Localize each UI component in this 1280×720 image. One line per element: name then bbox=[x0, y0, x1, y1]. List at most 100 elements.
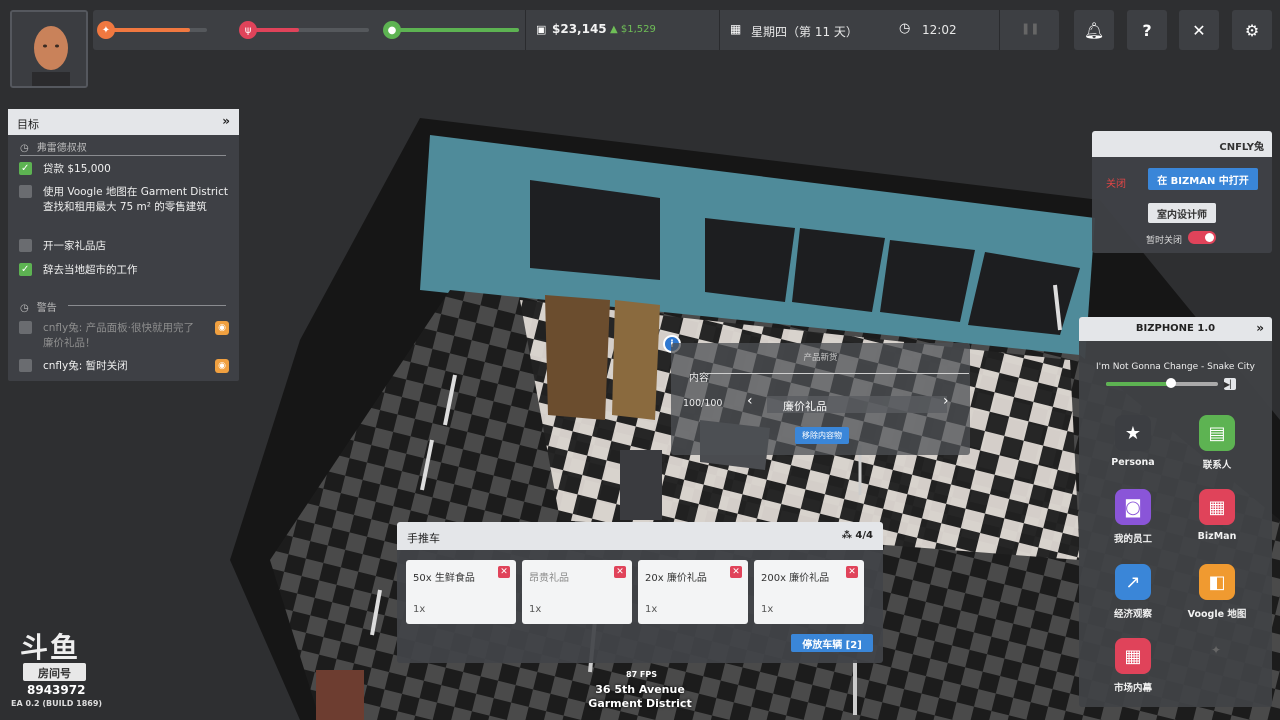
district-name: Garment District bbox=[588, 697, 692, 710]
build-mode-button[interactable]: ✕ bbox=[1179, 10, 1219, 50]
app-市场内幕[interactable]: ▦ 市场内幕 bbox=[1093, 638, 1173, 694]
cart-panel: 手推车 ⁂ 4/4 50x 生鲜食品 1x ✕ 昂贵礼品 1x ✕ 20x 廉价… bbox=[397, 522, 883, 663]
app-经济观察[interactable]: ↗ 经济观察 bbox=[1093, 564, 1173, 620]
clock-icon: ◷ bbox=[20, 303, 29, 314]
app-我的员工[interactable]: ◙ 我的员工 bbox=[1093, 489, 1173, 545]
bell-icon: 🔔︎ bbox=[1083, 20, 1105, 40]
settings-button[interactable]: ⚙ bbox=[1232, 10, 1272, 50]
remove-icon[interactable]: ✕ bbox=[730, 566, 742, 578]
chevron-right-icon[interactable]: › bbox=[943, 393, 949, 409]
song-progress-handle[interactable] bbox=[1166, 378, 1176, 388]
checkbox[interactable] bbox=[19, 262, 32, 277]
bizphone-panel: BIZPHONE 1.0 » I'm Not Gonna Change - Sn… bbox=[1079, 317, 1272, 707]
player-portrait[interactable] bbox=[10, 10, 88, 88]
collapse-chevron-icon[interactable]: » bbox=[222, 114, 230, 128]
interior-designer-button[interactable]: 室内设计师 bbox=[1148, 203, 1216, 223]
park-vehicle-button[interactable]: 停放车辆 [2] bbox=[791, 634, 873, 652]
avatar bbox=[12, 12, 86, 86]
checkbox[interactable] bbox=[19, 359, 32, 372]
money-delta: ▲ $1,529 bbox=[610, 24, 656, 35]
app-label: 我的员工 bbox=[1113, 534, 1152, 545]
app-persona[interactable]: ★ Persona bbox=[1093, 415, 1173, 468]
trend-icon: ↗ bbox=[1115, 564, 1151, 600]
map-icon: ◧ bbox=[1199, 564, 1235, 600]
checkbox[interactable] bbox=[19, 185, 32, 198]
skip-icon[interactable]: ▶▏ bbox=[1224, 378, 1236, 390]
cart-slot-qty: 1x bbox=[761, 604, 774, 615]
remove-icon[interactable]: ✕ bbox=[498, 566, 510, 578]
objectives-header[interactable]: 目标 » bbox=[8, 109, 239, 135]
product-popup: 产品新货 内容 100/100 廉价礼品 ‹ › 移除内容物 bbox=[671, 343, 970, 455]
app-bizman[interactable]: ▦ BizMan bbox=[1177, 489, 1257, 542]
cart-slot[interactable]: 50x 生鲜食品 1x ✕ bbox=[406, 560, 516, 624]
food-icon: ψ bbox=[239, 21, 257, 39]
help-button[interactable]: ? bbox=[1127, 10, 1167, 50]
objectives-panel: 目标 » ◷弗雷德叔叔 贷款 $15,000 使用 Voogle 地图在 Gar… bbox=[8, 109, 239, 381]
collapse-chevron-icon[interactable]: » bbox=[1256, 321, 1264, 335]
question-icon: ? bbox=[1142, 20, 1152, 40]
cart-slot[interactable]: 昂贵礼品 1x ✕ bbox=[522, 560, 632, 624]
fps-counter: 87 FPS bbox=[626, 670, 658, 679]
game-date: 星期四（第 11 天） bbox=[751, 25, 858, 39]
app-label: Voogle 地图 bbox=[1187, 609, 1247, 620]
popup-content-label: 内容 bbox=[689, 373, 709, 384]
warning-item[interactable]: cnfly兔: 产品面板·很快就用完了廉价礼品！ ◉ bbox=[19, 321, 229, 351]
cart-slot-name: 20x 廉价礼品 bbox=[645, 573, 707, 584]
chevron-left-icon[interactable]: ‹ bbox=[747, 393, 753, 409]
shop-icon: ▦ bbox=[1199, 489, 1235, 525]
cart-slot-qty: 1x bbox=[645, 604, 658, 615]
store-name: CNFLY兔 bbox=[1092, 131, 1272, 157]
money-amount: $23,145 bbox=[552, 22, 607, 36]
app-label: Persona bbox=[1111, 457, 1155, 468]
build-version: EA 0.2 (BUILD 1869) bbox=[11, 699, 103, 708]
store-status: 关闭 bbox=[1106, 179, 1126, 190]
remove-icon[interactable]: ✕ bbox=[614, 566, 626, 578]
objective-item[interactable]: 开一家礼品店 bbox=[19, 239, 229, 254]
cart-slot-qty: 1x bbox=[413, 604, 426, 615]
tools-icon: ✕ bbox=[1192, 20, 1206, 40]
open-in-bizman-button[interactable]: 在 BIZMAN 中打开 bbox=[1148, 168, 1258, 190]
room-tag: 房间号 bbox=[23, 663, 86, 681]
room-number: 8943972 bbox=[27, 683, 86, 697]
cart-header: 手推车 ⁂ 4/4 bbox=[397, 522, 883, 550]
alert-icon: ◉ bbox=[215, 321, 229, 335]
need-bar-hunger: ψ bbox=[239, 21, 379, 39]
checkbox[interactable] bbox=[19, 239, 32, 252]
objective-item[interactable]: 贷款 $15,000 bbox=[19, 161, 229, 177]
bizphone-header[interactable]: BIZPHONE 1.0 » bbox=[1079, 317, 1272, 341]
objective-item[interactable]: 使用 Voogle 地图在 Garment District 查找和租用最大 7… bbox=[19, 185, 229, 215]
cart-title: 手推车 bbox=[407, 532, 440, 545]
checkbox[interactable] bbox=[19, 321, 32, 334]
gear-icon: ⚙ bbox=[1244, 20, 1260, 40]
game-time: 12:02 bbox=[922, 23, 957, 37]
cart-slot[interactable]: 200x 廉价礼品 1x ✕ bbox=[754, 560, 864, 624]
pause-icon[interactable]: ❚❚ bbox=[1021, 22, 1039, 35]
warning-item[interactable]: cnfly兔: 暂时关闭 ◉ bbox=[19, 359, 229, 374]
notifications-button[interactable]: 🔔︎ bbox=[1074, 10, 1114, 50]
app-label: 经济观察 bbox=[1113, 609, 1152, 620]
bizphone-title: BIZPHONE 1.0 bbox=[1135, 323, 1216, 334]
product-selector: 廉价礼品 bbox=[767, 396, 947, 413]
street-address: 36 5th Avenue bbox=[595, 683, 685, 696]
cart-slot[interactable]: 20x 廉价礼品 1x ✕ bbox=[638, 560, 748, 624]
remove-contents-button[interactable]: 移除内容物 bbox=[795, 427, 849, 444]
checkbox[interactable] bbox=[19, 161, 32, 176]
chat-icon: ▤ bbox=[1199, 415, 1235, 451]
need-bar-warmth: ✦ bbox=[97, 21, 207, 39]
app-label: 市场内幕 bbox=[1113, 683, 1152, 694]
app-voogle-地图[interactable]: ◧ Voogle 地图 bbox=[1177, 564, 1257, 620]
objective-item[interactable]: 辞去当地超市的工作 bbox=[19, 262, 229, 278]
cart-slot-name: 昂贵礼品 bbox=[529, 573, 569, 584]
top-status-bar: ✦ ψ ● ▣ $23,145 ▲ $1,529 ▦ 星期四（第 11 天） ◷… bbox=[93, 10, 1059, 50]
song-title: I'm Not Gonna Change - Snake City bbox=[1096, 362, 1255, 372]
cart-slot-name: 200x 廉价礼品 bbox=[761, 573, 830, 584]
clock-icon: ◷ bbox=[899, 21, 911, 36]
remove-icon[interactable]: ✕ bbox=[846, 566, 858, 578]
calendar-icon: ▦ bbox=[730, 22, 742, 36]
star-icon: ★ bbox=[1115, 415, 1151, 451]
flame-icon: ✦ bbox=[97, 21, 115, 39]
badge-icon: ◙ bbox=[1115, 489, 1151, 525]
market-icon: ▦ bbox=[1115, 638, 1151, 674]
temp-close-toggle[interactable] bbox=[1188, 231, 1216, 244]
app-联系人[interactable]: ▤ 联系人 bbox=[1177, 415, 1257, 471]
